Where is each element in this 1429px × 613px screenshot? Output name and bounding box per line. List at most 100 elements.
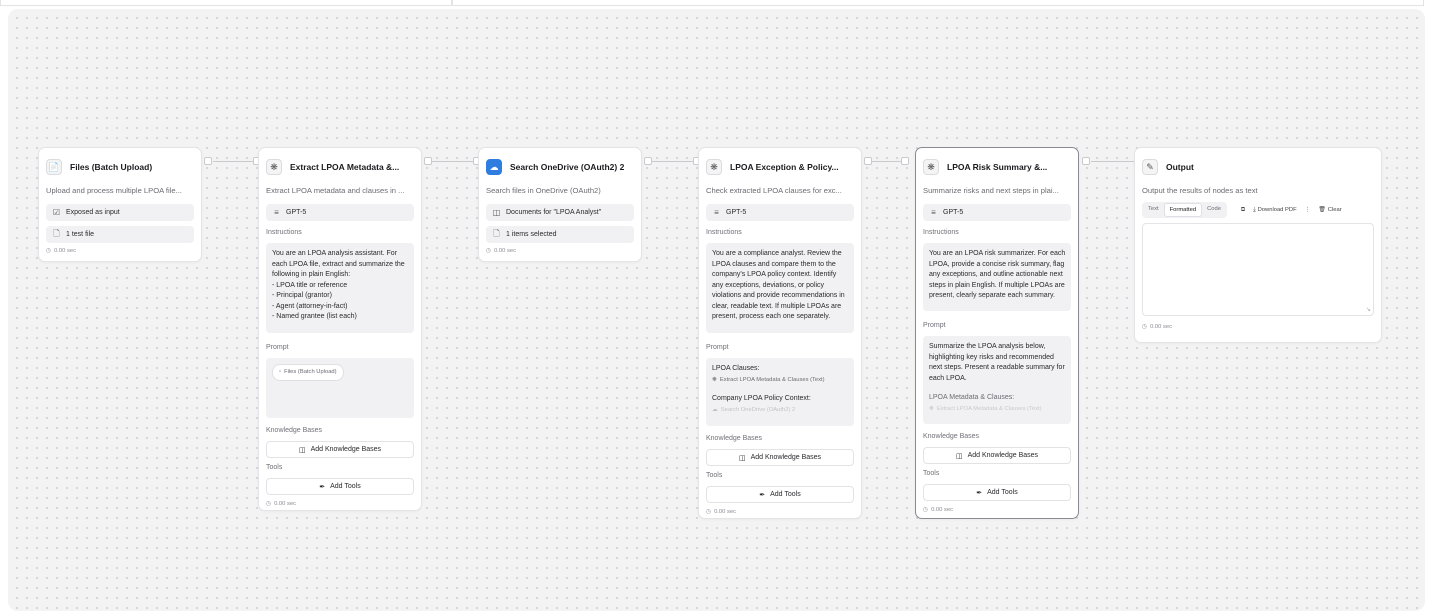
- tab-formatted[interactable]: Formatted: [1163, 203, 1203, 217]
- copy-icon: ⧉: [1240, 206, 1246, 213]
- node-header: ☁ Search OneDrive (OAuth2) 2: [486, 148, 634, 180]
- tab-text[interactable]: Text: [1143, 203, 1164, 217]
- button-label: Clear: [1327, 207, 1342, 213]
- node-time: ◷ 0.00 sec: [486, 248, 634, 254]
- prompt-line: highlighting key risks and recommended: [929, 353, 1054, 361]
- test-file-pill[interactable]: 🗋 1 test file: [46, 226, 194, 243]
- model-selector[interactable]: ≡ GPT-5: [923, 204, 1071, 221]
- node-description: Extract LPOA metadata and clauses in ...: [266, 186, 405, 195]
- add-tools-button[interactable]: ✒ Add Tools: [266, 478, 414, 495]
- items-selected-pill[interactable]: 🗋 1 items selected: [486, 226, 634, 243]
- model-selector[interactable]: ≡ GPT-5: [266, 204, 414, 221]
- instruction-line: - Named grantee (list each): [272, 313, 357, 320]
- prompt-line: Summarize the LPOA analysis below,: [929, 343, 1046, 350]
- add-knowledge-bases-button[interactable]: ◫ Add Knowledge Bases: [706, 449, 854, 466]
- clock-icon: ◷: [706, 509, 712, 515]
- node-extract-lpoa-metadata[interactable]: ❋ Extract LPOA Metadata &... Extract LPO…: [258, 147, 422, 511]
- document-icon: 🗋: [493, 228, 500, 238]
- model-name: GPT-5: [286, 209, 307, 216]
- node-time: ◷ 0.00 sec: [266, 501, 414, 507]
- instruction-line: LPOA clauses and compare them to the: [712, 260, 836, 268]
- node-time: ◷ 0.00 sec: [706, 509, 854, 515]
- output-handle[interactable]: [204, 157, 212, 165]
- output-handle[interactable]: [864, 157, 872, 165]
- node-header: ❋ LPOA Exception & Policy...: [706, 148, 854, 180]
- openai-icon: ❋: [706, 159, 722, 175]
- node-title: Extract LPOA Metadata &...: [290, 162, 400, 172]
- instructions-field[interactable]: You are an LPOA risk summarizer. For eac…: [923, 243, 1071, 311]
- more-options-button[interactable]: ⋮: [1305, 207, 1311, 213]
- prompt-line: LPOA Metadata & Clauses:: [929, 394, 1015, 401]
- resize-grip-icon[interactable]: ↘: [1366, 306, 1371, 313]
- reference-label: Extract LPOA Metadata & Clauses (Text): [719, 376, 825, 383]
- workflow-canvas[interactable]: 📄 Files (Batch Upload) Upload and proces…: [8, 9, 1425, 611]
- prompt-field[interactable]: ▫ Files (Batch Upload): [266, 358, 414, 418]
- model-name: GPT-5: [726, 209, 747, 216]
- node-lpoa-risk-summary[interactable]: ❋ LPOA Risk Summary &... Summarize risks…: [915, 147, 1079, 519]
- prompt-line: each LPOA.: [929, 374, 967, 382]
- add-tools-button[interactable]: ✒ Add Tools: [706, 486, 854, 503]
- tools-label: Tools: [706, 472, 723, 479]
- node-title: Files (Batch Upload): [70, 162, 153, 172]
- clock-icon: ◷: [486, 248, 492, 254]
- prompt-label: Prompt: [706, 344, 729, 351]
- instructions-label: Instructions: [266, 229, 302, 236]
- layers-icon: ≡: [931, 208, 936, 217]
- document-icon: 🗋: [53, 228, 60, 238]
- file-icon: 📄: [46, 159, 62, 175]
- output-tab-group: Text Formatted Code: [1142, 202, 1227, 218]
- button-label: Add Tools: [330, 483, 361, 490]
- node-time: ◷ 0.00 sec: [923, 507, 1071, 513]
- database-icon: ◫: [955, 452, 963, 460]
- node-lpoa-exception-policy[interactable]: ❋ LPOA Exception & Policy... Check extra…: [698, 147, 862, 519]
- instructions-field[interactable]: You are a compliance analyst. Review the…: [706, 243, 854, 333]
- prompt-reference-chip[interactable]: ▫ Files (Batch Upload): [272, 364, 344, 381]
- node-search-onedrive[interactable]: ☁ Search OneDrive (OAuth2) 2 Search file…: [478, 147, 642, 262]
- button-label: Download PDF: [1257, 207, 1297, 213]
- openai-icon: ❋: [712, 376, 717, 383]
- input-handle[interactable]: [901, 157, 909, 165]
- instruction-line: - Agent (attorney-in-fact): [272, 302, 348, 310]
- tab-code[interactable]: Code: [1202, 203, 1226, 217]
- instruction-line: present, clearly separate each summary.: [929, 292, 1055, 299]
- copy-button[interactable]: ⧉: [1241, 207, 1245, 214]
- instruction-line: clear, readable text. If multiple LPOAs …: [712, 302, 842, 310]
- prompt-reference[interactable]: ❋ Extract LPOA Metadata & Clauses (Text): [929, 404, 1065, 415]
- add-knowledge-bases-button[interactable]: ◫ Add Knowledge Bases: [266, 441, 414, 458]
- add-knowledge-bases-button[interactable]: ◫ Add Knowledge Bases: [923, 447, 1071, 464]
- prompt-reference[interactable]: ❋ Extract LPOA Metadata & Clauses (Text): [712, 375, 848, 386]
- instruction-line: You are an LPOA risk summarizer. For eac…: [929, 250, 1065, 257]
- output-handle[interactable]: [1082, 157, 1090, 165]
- model-name: GPT-5: [943, 209, 964, 216]
- node-files-batch-upload[interactable]: 📄 Files (Batch Upload) Upload and proces…: [38, 147, 202, 262]
- clear-button[interactable]: 🗑 Clear: [1318, 207, 1341, 213]
- time-value: 0.00 sec: [714, 509, 736, 515]
- instruction-line: any exceptions, deviations, or policy: [712, 281, 825, 289]
- more-vertical-icon: ⋮: [1304, 207, 1311, 213]
- output-handle[interactable]: [644, 157, 652, 165]
- database-icon: ◫: [298, 446, 306, 454]
- output-tabs: Text Formatted Code ⧉ ⤓ Download PDF ⋮ 🗑 C…: [1142, 202, 1374, 218]
- clock-icon: ◷: [266, 501, 272, 507]
- model-selector[interactable]: ≡ GPT-5: [706, 204, 854, 221]
- add-tools-button[interactable]: ✒ Add Tools: [923, 484, 1071, 501]
- prompt-field[interactable]: LPOA Clauses: ❋ Extract LPOA Metadata & C…: [706, 358, 854, 426]
- node-output[interactable]: ✎ Output Output the results of nodes as …: [1134, 147, 1382, 343]
- time-value: 0.00 sec: [1150, 324, 1172, 330]
- chip-label: Files (Batch Upload): [284, 369, 337, 375]
- output-handle[interactable]: [424, 157, 432, 165]
- prompt-reference[interactable]: ☁ Search OneDrive (OAuth2) 2: [712, 405, 848, 416]
- pencil-icon: ✎: [1142, 159, 1158, 175]
- node-header: ❋ Extract LPOA Metadata &...: [266, 148, 414, 180]
- exposed-input-pill[interactable]: ☑ Exposed as input: [46, 204, 194, 221]
- output-textarea[interactable]: ↘: [1142, 223, 1374, 316]
- database-icon: ◫: [738, 454, 746, 462]
- button-label: Add Knowledge Bases: [967, 452, 1039, 459]
- documents-pill[interactable]: ◫ Documents for "LPOA Analyst": [486, 204, 634, 221]
- prompt-field[interactable]: Summarize the LPOA analysis below, highl…: [923, 336, 1071, 424]
- download-pdf-button[interactable]: ⤓ Download PDF: [1253, 207, 1297, 214]
- node-title: Search OneDrive (OAuth2) 2: [510, 162, 625, 172]
- instructions-field[interactable]: You are an LPOA analysis assistant. For …: [266, 243, 414, 333]
- wrench-icon: ✒: [759, 491, 766, 499]
- node-description: Upload and process multiple LPOA file...: [46, 186, 182, 195]
